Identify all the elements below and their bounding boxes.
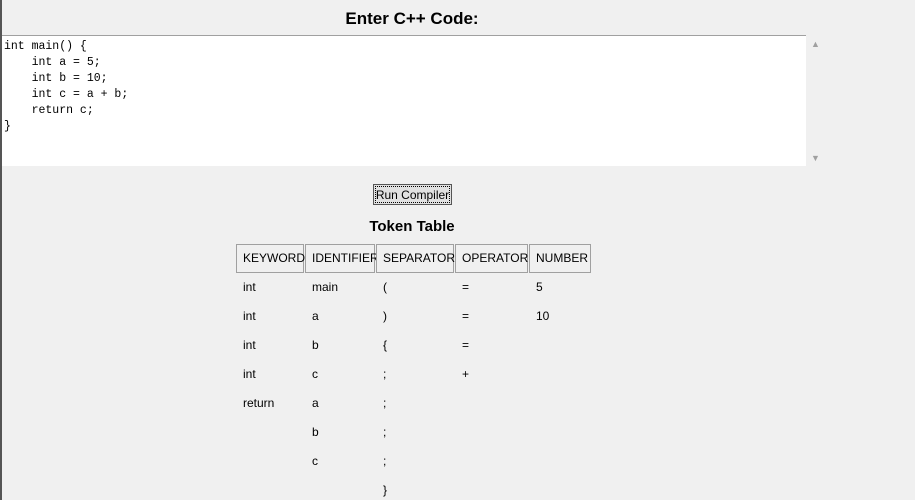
number-cell (529, 476, 591, 500)
number-cell (529, 447, 591, 476)
keyword-cell: int (243, 280, 256, 294)
column-header-keyword: KEYWORD (236, 244, 305, 273)
separator-cell: ; (383, 425, 387, 439)
identifier-cell: main (312, 280, 339, 294)
table-row: int b { = (236, 331, 592, 360)
table-row: c ; (236, 447, 592, 476)
column-header-number: NUMBER (529, 244, 591, 273)
token-table-title: Token Table (369, 218, 455, 235)
operator-cell: = (462, 309, 470, 323)
identifier-cell: a (312, 309, 319, 323)
keyword-cell: int (243, 338, 256, 352)
separator-cell: ; (383, 454, 387, 468)
compiler-window: Enter C++ Code: int main() { int a = 5; … (0, 0, 915, 500)
number-cell (529, 389, 591, 418)
table-row: b ; (236, 418, 592, 447)
identifier-cell: b (312, 338, 319, 352)
table-row: } (236, 476, 592, 500)
table-row: int main ( = 5 (236, 273, 592, 302)
identifier-cell: c (312, 367, 318, 381)
operator-cell: = (462, 280, 470, 294)
number-cell (529, 360, 591, 389)
operator-cell (455, 447, 528, 476)
identifier-cell (305, 476, 375, 500)
column-header-separator: SEPARATOR (376, 244, 455, 273)
separator-cell: ; (383, 396, 387, 410)
separator-cell: ) (383, 309, 387, 323)
number-cell (529, 331, 591, 360)
operator-cell (455, 389, 528, 418)
number-cell (529, 418, 591, 447)
scroll-down-arrow-icon[interactable]: ▼ (811, 153, 820, 163)
keyword-cell: int (243, 367, 256, 381)
scroll-up-arrow-icon[interactable]: ▲ (811, 39, 820, 49)
run-compiler-button[interactable]: Run Compiler (373, 184, 452, 205)
code-editor-scrollbar[interactable]: ▲ ▼ (806, 35, 825, 166)
operator-cell (455, 418, 528, 447)
identifier-cell: c (312, 454, 318, 468)
token-table: KEYWORD IDENTIFIER SEPARATOR OPERATOR NU… (236, 244, 592, 500)
identifier-cell: a (312, 396, 319, 410)
separator-cell: ( (383, 280, 387, 294)
table-row: int a ) = 10 (236, 302, 592, 331)
keyword-cell (236, 447, 304, 476)
separator-cell: ; (383, 367, 387, 381)
code-heading: Enter C++ Code: (345, 9, 479, 28)
operator-cell: + (462, 367, 470, 381)
keyword-cell: int (243, 309, 256, 323)
operator-cell (455, 476, 528, 500)
table-row: return a ; (236, 389, 592, 418)
keyword-cell: return (243, 396, 275, 410)
number-cell: 10 (536, 309, 550, 323)
separator-cell: { (383, 338, 388, 352)
number-cell: 5 (536, 280, 543, 294)
code-editor-container: int main() { int a = 5; int b = 10; int … (2, 35, 825, 166)
token-table-header-row: KEYWORD IDENTIFIER SEPARATOR OPERATOR NU… (236, 244, 592, 273)
separator-cell: } (383, 483, 388, 497)
code-editor-textarea[interactable]: int main() { int a = 5; int b = 10; int … (2, 35, 806, 166)
column-header-operator: OPERATOR (455, 244, 528, 273)
column-header-identifier: IDENTIFIER (305, 244, 379, 273)
operator-cell: = (462, 338, 470, 352)
keyword-cell (236, 476, 304, 500)
identifier-cell: b (312, 425, 319, 439)
table-row: int c ; + (236, 360, 592, 389)
keyword-cell (236, 418, 304, 447)
